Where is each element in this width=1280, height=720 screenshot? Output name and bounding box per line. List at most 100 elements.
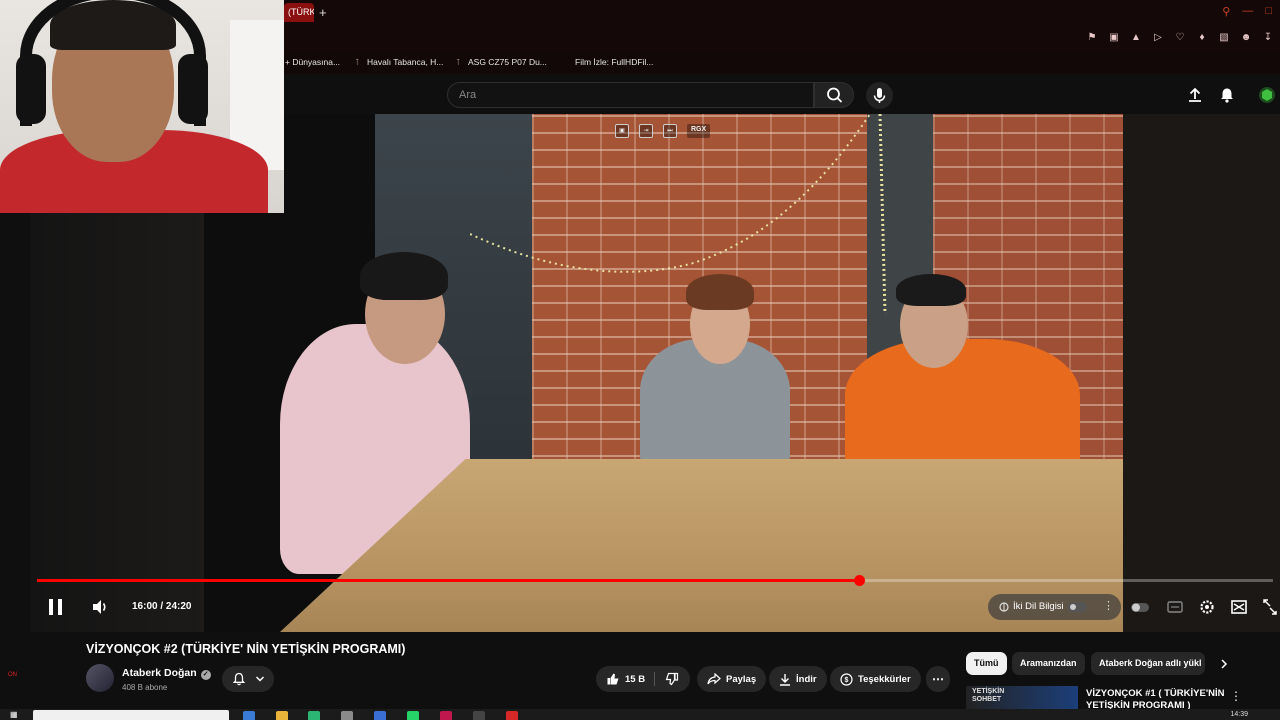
subscribe-notification-button[interactable]	[222, 666, 274, 692]
chip-channel-uploads[interactable]: Ataberk Doğan adlı yükl	[1091, 652, 1205, 675]
time-display: 16:00 / 24:20	[132, 601, 192, 612]
puzzle-icon[interactable]: ♦	[1196, 32, 1208, 44]
share-label: Paylaş	[726, 673, 757, 685]
person-hair	[360, 252, 448, 300]
dub-pill[interactable]: İki Dil Bilgisi ⋮	[988, 594, 1121, 620]
search-input[interactable]	[448, 83, 813, 107]
minimize-icon[interactable]: —	[1242, 5, 1253, 18]
svg-text:$: $	[845, 677, 849, 684]
rgx-button[interactable]: RGX	[687, 124, 711, 138]
thumbs-down-icon[interactable]	[665, 672, 679, 686]
extension-icons: ⚑ ▣ ▲ ▷ ♡ ♦ ▧ ☻ ↧	[1086, 32, 1274, 44]
settings-gear-icon[interactable]	[1197, 596, 1217, 618]
autoplay-toggle[interactable]	[1130, 596, 1150, 618]
like-button[interactable]: 15 B	[596, 666, 654, 692]
chip-all[interactable]: Tümü	[966, 652, 1007, 675]
browser-icon[interactable]	[440, 711, 452, 720]
popout-icon[interactable]: ▣	[615, 124, 629, 138]
more-actions-button[interactable]: ⋯	[926, 666, 950, 692]
volume-icon[interactable]	[90, 596, 110, 618]
search-icon[interactable]: ⚲	[1222, 5, 1230, 18]
skip-icon[interactable]: ⏭	[663, 124, 677, 138]
progress-played	[37, 579, 860, 582]
app-icon[interactable]	[341, 711, 353, 720]
app-icon[interactable]	[473, 711, 485, 720]
taskbar-search[interactable]	[33, 710, 229, 720]
bookmark-item[interactable]: Film İzle: FullHDFil...	[563, 57, 653, 67]
notification-bell-icon[interactable]	[1218, 86, 1236, 104]
pin-icon[interactable]: ⚑	[1086, 32, 1098, 44]
channel-name[interactable]: Ataberk Doğan ✓	[122, 667, 211, 680]
enter-icon[interactable]: ⇥	[639, 124, 653, 138]
pause-icon[interactable]	[46, 596, 66, 618]
account-avatar[interactable]	[1258, 86, 1276, 104]
search-box	[447, 82, 814, 108]
profile-icon[interactable]: ☻	[1240, 32, 1252, 44]
taskbar-clock: 14:39	[1230, 711, 1248, 718]
like-dislike-group: 15 B	[596, 666, 690, 692]
person-orange-hoodie	[845, 339, 1080, 479]
shield-icon[interactable]: ▲	[1130, 32, 1142, 44]
search-icon	[827, 87, 843, 103]
download-icon	[780, 673, 790, 686]
download-label: İndir	[796, 673, 817, 685]
chevron-right-icon[interactable]	[1219, 658, 1229, 670]
app-icon[interactable]	[243, 711, 255, 720]
voice-search-button[interactable]	[866, 82, 893, 109]
screenshot-icon[interactable]: ▣	[1108, 32, 1120, 44]
browser-tab-active[interactable]: (TÜRK	[284, 3, 314, 22]
webcam-overlay	[0, 0, 284, 213]
screen: { "browser": { "active_tab_label": "(TÜR…	[0, 0, 1280, 720]
download-button[interactable]: İndir	[769, 666, 827, 692]
like-count: 15 B	[625, 673, 646, 685]
bookmark-icon: ⊺	[355, 57, 360, 67]
chip-from-search[interactable]: Aramanızdan	[1012, 652, 1085, 675]
microphone-icon	[873, 88, 886, 103]
whatsapp-icon[interactable]	[407, 711, 419, 720]
search-button[interactable]	[814, 82, 854, 108]
thumbnail-text: YETİŞKİN SOHBET	[972, 688, 1005, 703]
thanks-button[interactable]: $ Teşekkürler	[830, 666, 921, 692]
download-icon[interactable]: ↧	[1262, 32, 1274, 44]
channel-name-text[interactable]: Ataberk Doğan	[122, 667, 197, 679]
bell-icon	[232, 672, 246, 686]
headphone-cup	[16, 54, 46, 124]
more-vert-icon[interactable]: ⋮	[1103, 599, 1114, 612]
play-icon[interactable]: ▷	[1152, 32, 1164, 44]
windows-start-icon[interactable]: ▦	[10, 710, 18, 719]
headphone-cup	[178, 54, 208, 124]
video-overlay-toolbar: ▣ ⇥ ⏭ RGX	[615, 124, 711, 138]
divider	[654, 672, 655, 686]
bookmark-item[interactable]: + Dünyasına...	[285, 57, 340, 67]
share-button[interactable]: Paylaş	[697, 666, 767, 692]
maximize-icon[interactable]: □	[1265, 5, 1272, 18]
heart-icon[interactable]: ♡	[1174, 32, 1186, 44]
more-vert-icon[interactable]: ⋮	[1230, 689, 1242, 703]
bookmark-item[interactable]: ⊺ Havalı Tabanca, H...	[355, 57, 443, 68]
channel-avatar[interactable]	[86, 664, 114, 692]
dub-toggle[interactable]	[1068, 602, 1087, 612]
person-hair	[686, 274, 754, 310]
bookmark-item[interactable]: ⊺ ASG CZ75 P07 Du...	[456, 57, 547, 68]
subtitles-icon[interactable]	[1165, 596, 1185, 618]
video-frame-scene	[1123, 114, 1280, 632]
subscriber-count: 408 B abone	[122, 683, 168, 692]
person-cap	[896, 274, 966, 306]
miniplayer-icon[interactable]	[1229, 596, 1249, 618]
folder-icon[interactable]	[276, 711, 288, 720]
app-icon[interactable]	[506, 711, 518, 720]
side-label: ON	[8, 672, 17, 678]
taskbar: ▦ 14:39	[0, 709, 1280, 720]
upload-icon[interactable]	[1186, 86, 1204, 104]
fullscreen-icon[interactable]	[1262, 596, 1278, 618]
app-icon[interactable]	[308, 711, 320, 720]
translate-icon	[999, 602, 1009, 612]
share-icon	[707, 673, 721, 685]
video-title: VİZYONÇOK #2 (TÜRKİYE' NİN YETİŞKİN PROG…	[86, 642, 406, 656]
new-tab-button[interactable]: +	[319, 5, 327, 20]
window-controls: ⚲ — □	[1222, 5, 1272, 18]
wallet-icon[interactable]: ▧	[1218, 32, 1230, 44]
app-icon[interactable]	[374, 711, 386, 720]
thanks-icon: $	[840, 672, 853, 686]
thanks-label: Teşekkürler	[858, 673, 911, 685]
